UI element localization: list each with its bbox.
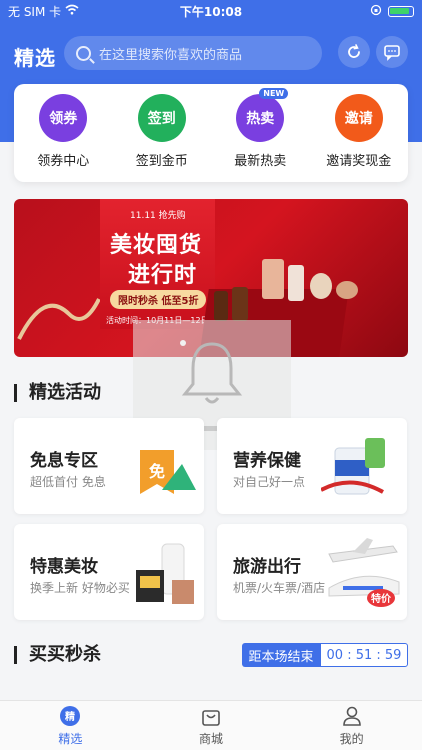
banner-tag: 11.11 抢先购	[130, 211, 186, 221]
tab-label: 我的	[339, 731, 364, 746]
user-icon	[341, 705, 363, 727]
quick-item-label: 领券中心	[37, 154, 90, 169]
wifi-icon	[65, 4, 79, 18]
checkin-icon-text: 签到	[147, 111, 176, 127]
hot-sale-icon: 热卖 NEW	[236, 88, 289, 142]
activity-title: 免息专区	[30, 451, 98, 471]
quick-item-label: 签到金币	[135, 154, 188, 169]
activity-title: 旅游出行	[233, 557, 301, 577]
bottom-tab-bar: 精 精选 商城 我的	[0, 700, 422, 750]
activity-subtitle: 超低首付 免息	[30, 475, 106, 489]
shop-bag-icon	[200, 705, 222, 727]
battery-icon	[388, 5, 414, 17]
search-icon	[76, 45, 91, 61]
cosmetic-bottle	[288, 265, 304, 301]
cosmetic-bottle	[262, 259, 284, 299]
activity-title: 营养保健	[233, 451, 301, 471]
cosmetic-bottle	[214, 291, 228, 321]
supplement-illustration	[321, 438, 385, 495]
activity-card-health[interactable]: 营养保健 对自己好一点	[217, 418, 407, 514]
activity-card-travel[interactable]: 旅游出行 机票/火车票/酒店 特价	[217, 524, 407, 620]
travel-illustration: 特价	[328, 538, 400, 607]
invite-icon-text: 邀请	[344, 111, 373, 127]
activity-subtitle: 机票/火车票/酒店	[233, 581, 326, 595]
quick-item-invite[interactable]: 邀请 邀请奖现金	[314, 94, 404, 182]
countdown-label: 距本场结束	[242, 643, 320, 667]
interest-free-badge: 免	[149, 462, 165, 481]
refresh-icon	[348, 44, 360, 58]
message-icon	[384, 45, 400, 61]
quick-item-label: 最新热卖	[234, 154, 287, 169]
message-button[interactable]	[376, 36, 408, 68]
activity-subtitle: 对自己好一点	[233, 475, 306, 489]
cosmetic-jar	[310, 273, 332, 299]
brand-title: 精选	[14, 46, 56, 70]
banner-title-line2: 进行时	[128, 263, 198, 288]
search-bar[interactable]: 在这里搜索你喜欢的商品	[64, 36, 322, 70]
tab-mall[interactable]: 商城	[141, 701, 282, 750]
carrier-text: 无 SIM 卡	[8, 4, 62, 19]
quick-item-hot-sale[interactable]: 热卖 NEW 最新热卖	[215, 88, 305, 182]
hot-sale-icon-text: 热卖	[246, 111, 275, 127]
quick-item-label: 邀请奖现金	[326, 154, 392, 169]
refresh-button[interactable]	[338, 36, 370, 68]
section-title-flash-sale: 买买秒杀	[14, 646, 101, 664]
activity-card-beauty[interactable]: 特惠美妆 换季上新 好物必买	[14, 524, 204, 620]
bell-icon	[181, 342, 243, 404]
interest-free-illustration: 免	[140, 450, 196, 494]
tab-label: 商城	[199, 731, 224, 746]
activity-subtitle: 换季上新 好物必买	[30, 581, 130, 595]
activity-card-interest-free[interactable]: 免息专区 超低首付 免息 免	[14, 418, 204, 514]
coupon-icon: 领券	[39, 94, 88, 142]
banner-sale-badge: 限时秒杀 低至5折	[110, 290, 207, 309]
countdown-timer: 00 : 51 : 59	[320, 643, 408, 667]
invite-icon: 邀请	[334, 94, 383, 142]
search-placeholder: 在这里搜索你喜欢的商品	[99, 47, 243, 63]
cosmetic-bottle	[232, 287, 248, 321]
special-price-badge: 特价	[371, 592, 392, 605]
coupon-icon-text: 领券	[49, 111, 78, 127]
tab-label: 精选	[58, 731, 83, 746]
activity-title: 特惠美妆	[30, 557, 98, 577]
banner-title-line1: 美妆囤货	[110, 233, 203, 258]
quick-item-coupon[interactable]: 领券 领券中心	[18, 94, 108, 182]
tab-mine[interactable]: 我的	[281, 701, 422, 750]
home-icon: 精	[59, 705, 81, 727]
section-title-featured: 精选活动	[14, 384, 101, 402]
orientation-lock-icon	[370, 4, 382, 19]
status-time: 下午10:08	[179, 4, 243, 19]
beauty-illustration	[136, 543, 194, 604]
quick-item-checkin[interactable]: 签到 签到金币	[117, 94, 207, 182]
cosmetic-jar	[336, 281, 358, 299]
status-bar: 无 SIM 卡 下午10:08	[0, 0, 422, 22]
svg-text:精: 精	[65, 710, 75, 723]
tab-featured[interactable]: 精 精选	[0, 701, 141, 750]
new-badge: NEW	[259, 88, 289, 99]
checkin-icon: 签到	[137, 94, 186, 142]
quick-actions-card: 领券 领券中心 签到 签到金币 热卖 NEW 最新热卖 邀请 邀请奖现金	[14, 84, 408, 182]
ribbon-decoration	[17, 298, 101, 340]
